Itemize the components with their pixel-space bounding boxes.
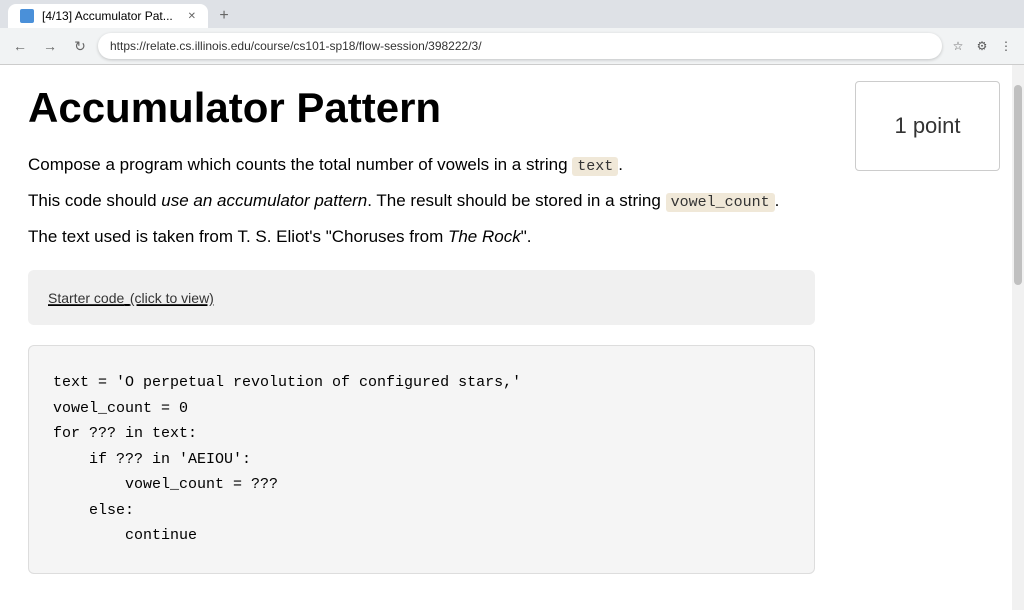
desc1-post: .: [618, 155, 623, 174]
tab-favicon: [20, 9, 34, 23]
scrollbar[interactable]: [1012, 65, 1024, 610]
tab-bar: [4/13] Accumulator Pat... ✕ +: [0, 0, 1024, 28]
forward-button[interactable]: →: [38, 34, 62, 58]
active-tab[interactable]: [4/13] Accumulator Pat... ✕: [8, 4, 208, 28]
address-input[interactable]: [98, 33, 942, 59]
desc1-pre: Compose a program which counts the total…: [28, 155, 572, 174]
address-bar-row: ← → ↻ ☆ ⚙ ⋮: [0, 28, 1024, 64]
desc2-post: .: [775, 191, 780, 210]
desc2-em: use an accumulator pattern: [161, 191, 367, 210]
toolbar-icons: ☆ ⚙ ⋮: [948, 36, 1016, 56]
points-box: 1 point: [855, 81, 1000, 171]
scrollbar-thumb[interactable]: [1014, 85, 1022, 285]
starter-code-section: Starter code (click to view): [28, 270, 815, 325]
new-tab-button[interactable]: +: [212, 4, 236, 28]
points-label: 1 point: [894, 113, 960, 139]
menu-icon[interactable]: ⋮: [996, 36, 1016, 56]
desc2-mid: . The result should be stored in a strin…: [367, 191, 665, 210]
starter-code-hint: (click to view): [130, 290, 214, 306]
bookmark-icon[interactable]: ☆: [948, 36, 968, 56]
description-2: This code should use an accumulator patt…: [28, 187, 815, 215]
vowel-count-code: vowel_count: [666, 193, 775, 212]
tab-close-button[interactable]: ✕: [188, 11, 196, 22]
desc3-text: The text used is taken from T. S. Eliot'…: [28, 227, 531, 246]
extensions-icon[interactable]: ⚙: [972, 36, 992, 56]
page-content: Accumulator Pattern Compose a program wh…: [0, 65, 1024, 610]
code-block: text = 'O perpetual revolution of config…: [28, 345, 815, 574]
back-button[interactable]: ←: [8, 34, 32, 58]
tab-title: [4/13] Accumulator Pat...: [42, 9, 173, 23]
page-title: Accumulator Pattern: [28, 85, 815, 131]
main-content: Accumulator Pattern Compose a program wh…: [0, 65, 843, 610]
desc2-pre: This code should: [28, 191, 161, 210]
description-1: Compose a program which counts the total…: [28, 151, 815, 179]
browser-chrome: [4/13] Accumulator Pat... ✕ + ← → ↻ ☆ ⚙ …: [0, 0, 1024, 65]
starter-code-label: Starter code: [48, 290, 124, 306]
refresh-button[interactable]: ↻: [68, 34, 92, 58]
starter-code-link[interactable]: Starter code (click to view): [48, 286, 214, 308]
text-code: text: [572, 157, 618, 176]
description-3: The text used is taken from T. S. Eliot'…: [28, 223, 815, 250]
